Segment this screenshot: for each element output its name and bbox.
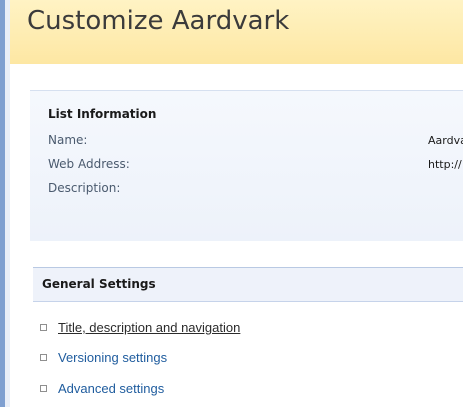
versioning-settings-link[interactable]: Versioning settings	[58, 350, 167, 365]
general-settings-heading: General Settings	[42, 277, 156, 291]
title-gap	[10, 64, 463, 84]
bullet-icon	[40, 324, 47, 331]
advanced-settings-link[interactable]: Advanced settings	[58, 381, 164, 396]
list-information-panel: List Information Name: Aardvark Web Addr…	[30, 90, 463, 241]
name-label: Name:	[48, 133, 88, 147]
description-label: Description:	[48, 181, 121, 195]
bullet-icon	[40, 354, 47, 361]
title-description-navigation-link[interactable]: Title, description and navigation	[58, 320, 240, 335]
general-settings-header: General Settings	[33, 267, 463, 302]
web-address-label: Web Address:	[48, 157, 130, 171]
page-title: Customize Aardvark	[27, 6, 290, 36]
page-title-band: Customize Aardvark	[10, 0, 463, 64]
bullet-icon	[40, 385, 47, 392]
name-value: Aardvark	[428, 134, 463, 147]
web-address-value: http://	[428, 158, 462, 171]
list-information-heading: List Information	[48, 107, 157, 121]
